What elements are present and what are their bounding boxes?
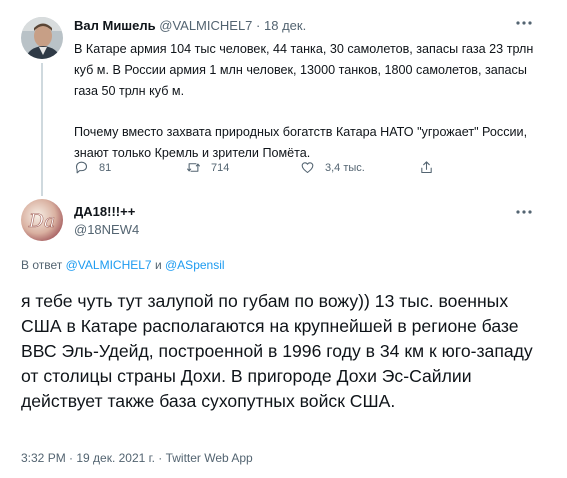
- tweet-timestamp[interactable]: 3:32 PM · 19 дек. 2021 г. · Twitter Web …: [21, 451, 253, 465]
- separator: ·: [256, 18, 261, 33]
- display-name[interactable]: ДА18!!!++: [74, 204, 135, 219]
- share-icon: [421, 161, 432, 174]
- mention-link[interactable]: @ASpensil: [165, 258, 225, 272]
- reply-count: 81: [99, 161, 112, 174]
- retweet-button[interactable]: 714: [186, 160, 229, 175]
- user-handle[interactable]: @VALMICHEL7: [159, 18, 252, 33]
- thread-line: [41, 63, 43, 196]
- reply-context: В ответ @VALMICHEL7 и @ASpensil: [21, 258, 225, 272]
- tweet-date[interactable]: 18 дек.: [264, 18, 306, 33]
- avatar[interactable]: [21, 17, 63, 59]
- retweet-icon: [187, 163, 200, 172]
- tweet-paragraph: В Катаре армия 104 тыс человек, 44 танка…: [74, 42, 534, 98]
- avatar[interactable]: Da: [21, 199, 63, 241]
- avatar-photo: [21, 17, 63, 59]
- mention-link[interactable]: @VALMICHEL7: [66, 258, 152, 272]
- reply-icon: [75, 161, 88, 174]
- tweet-text: я тебе чуть тут залупой по губам по вожу…: [21, 291, 533, 411]
- user-handle[interactable]: @18NEW4: [74, 222, 139, 237]
- parent-tweet[interactable]: Вал Мишель @VALMICHEL7 · 18 дек. В Катар…: [0, 0, 567, 196]
- more-icon[interactable]: [514, 16, 534, 30]
- reply-conjunction: и: [154, 258, 162, 272]
- heart-icon: [301, 162, 314, 174]
- tweet-paragraph: Почему вместо захвата природных богатств…: [74, 125, 528, 160]
- svg-text:Da: Da: [28, 210, 56, 232]
- tweet-header: Вал Мишель @VALMICHEL7 · 18 дек.: [74, 18, 306, 33]
- like-button[interactable]: 3,4 тыс.: [300, 160, 365, 175]
- like-count: 3,4 тыс.: [325, 161, 365, 174]
- reply-prefix: В ответ: [21, 258, 63, 272]
- avatar-logo: Da: [21, 199, 63, 241]
- display-name[interactable]: Вал Мишель: [74, 18, 156, 33]
- tweet-text: В Катаре армия 104 тыс человек, 44 танка…: [74, 39, 544, 164]
- reply-button[interactable]: 81: [74, 160, 111, 175]
- more-icon[interactable]: [514, 205, 534, 219]
- tweet-actions: 81 714 3,4 тыс.: [74, 160, 534, 178]
- retweet-count: 714: [211, 161, 230, 174]
- share-button[interactable]: [419, 160, 444, 175]
